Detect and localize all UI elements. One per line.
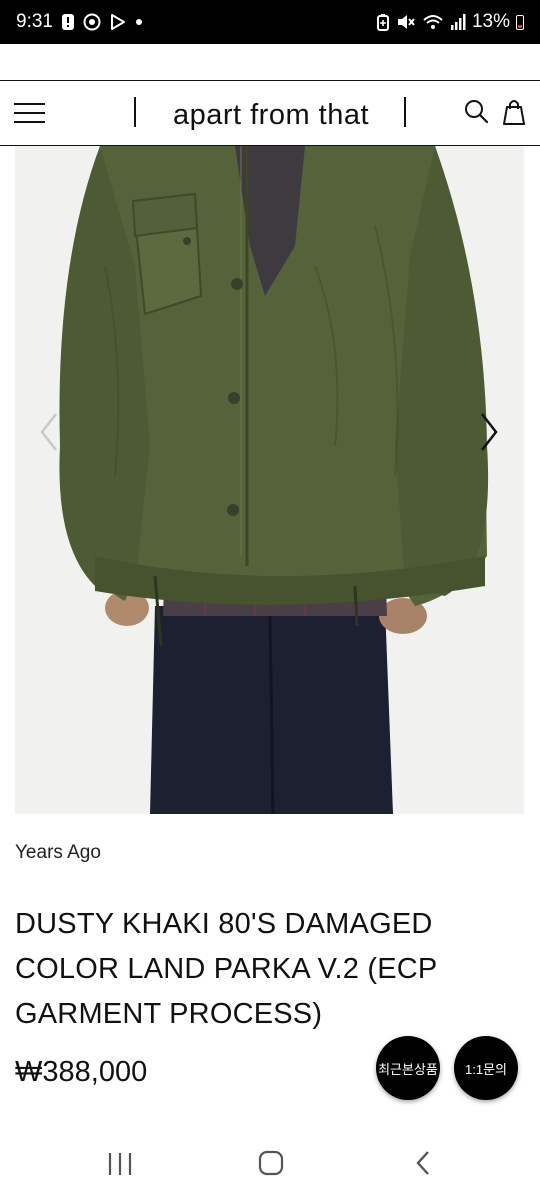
product-price: ₩388,000 [15, 1056, 148, 1088]
battery-percent: 13% [471, 11, 510, 32]
alert-icon [61, 13, 75, 31]
product-brand[interactable]: Years Ago [15, 842, 101, 864]
recently-viewed-button[interactable]: 최근본상품 [376, 1036, 440, 1100]
brand-name: apart from that [172, 99, 370, 131]
back-icon[interactable] [410, 1148, 438, 1178]
top-band [0, 44, 540, 80]
brand-divider-right [404, 97, 406, 127]
search-icon[interactable] [462, 98, 490, 126]
wifi-icon [422, 13, 444, 31]
status-left: 9:31 [16, 11, 143, 33]
product-image[interactable] [15, 146, 524, 814]
signal-icon [450, 13, 466, 31]
status-right: 13% [376, 11, 524, 33]
carousel-next-arrow-icon[interactable] [474, 408, 504, 456]
battery-saver-icon [376, 13, 390, 31]
khaki-parka-photo [15, 146, 524, 814]
brand-logo[interactable]: apart from that [130, 91, 412, 135]
app-icon [83, 13, 101, 31]
status-bar: 9:31 13% [0, 0, 540, 44]
dot-icon [135, 18, 143, 26]
hamburger-menu-icon[interactable] [14, 101, 46, 125]
recent-apps-icon[interactable] [104, 1150, 136, 1178]
carousel-prev-arrow-icon[interactable] [34, 408, 64, 456]
play-store-icon [109, 13, 127, 31]
product-title: DUSTY KHAKI 80'S DAMAGED COLOR LAND PARK… [15, 908, 437, 1030]
home-icon[interactable] [256, 1148, 286, 1178]
site-header: apart from that [0, 80, 540, 146]
battery-icon [516, 14, 524, 30]
mute-icon [396, 13, 416, 31]
shopping-bag-icon[interactable] [500, 97, 528, 127]
inquiry-button[interactable]: 1:1문의 [454, 1036, 518, 1100]
status-time: 9:31 [16, 11, 53, 32]
system-nav-bar [0, 1128, 540, 1200]
